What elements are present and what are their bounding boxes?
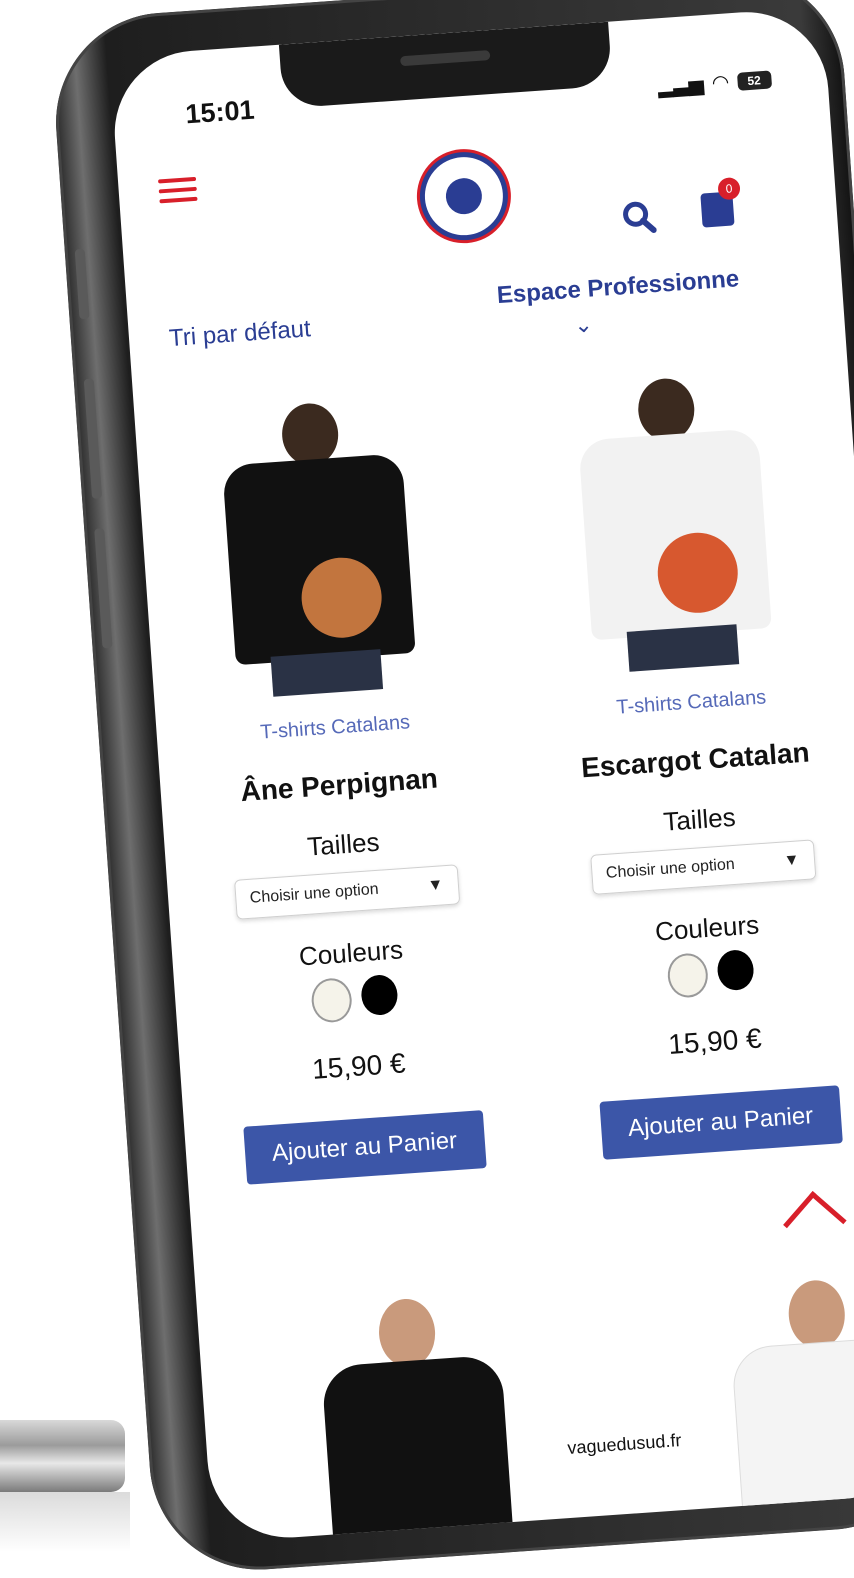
sizes-label: Tailles bbox=[662, 801, 737, 837]
volume-down-button bbox=[94, 528, 113, 649]
model-white-shirt bbox=[717, 1273, 854, 1530]
scroll-to-top-icon[interactable] bbox=[783, 1190, 847, 1255]
mute-switch bbox=[74, 248, 90, 320]
product-price: 15,90 € bbox=[667, 1022, 763, 1060]
product-name[interactable]: Escargot Catalan bbox=[580, 736, 810, 784]
status-icons: ▂▃▅ ◠ 52 bbox=[657, 66, 772, 99]
product-category[interactable]: T-shirts Catalans bbox=[616, 686, 767, 719]
signal-icon: ▂▃▅ bbox=[657, 73, 705, 99]
device-puck bbox=[0, 1420, 125, 1492]
color-swatch-white[interactable] bbox=[309, 977, 353, 1024]
volume-up-button bbox=[83, 378, 103, 499]
battery-icon: 52 bbox=[736, 69, 772, 91]
product-name[interactable]: Âne Perpignan bbox=[240, 762, 439, 808]
speaker-grille bbox=[399, 50, 491, 67]
color-swatches bbox=[309, 973, 399, 1024]
status-time: 15:01 bbox=[184, 94, 256, 130]
add-to-cart-button[interactable]: Ajouter au Panier bbox=[242, 1110, 487, 1185]
product-card: T-shirts Catalans Escargot Catalan Taill… bbox=[488, 336, 854, 1164]
size-select[interactable]: Choisir une option ▼ bbox=[233, 864, 460, 920]
search-icon[interactable] bbox=[621, 199, 657, 235]
phone-screen: 15:01 ▂▃▅ ◠ 52 0 Tri par défaut Espace P… bbox=[109, 6, 854, 1543]
add-to-cart-button[interactable]: Ajouter au Panier bbox=[598, 1085, 843, 1160]
product-price: 15,90 € bbox=[311, 1047, 407, 1085]
color-swatches bbox=[665, 948, 755, 999]
product-card: T-shirts Catalans Âne Perpignan Tailles … bbox=[132, 361, 544, 1189]
colors-label: Couleurs bbox=[654, 909, 760, 947]
size-select-value: Choisir une option bbox=[249, 880, 380, 907]
brand-logo[interactable] bbox=[416, 149, 511, 244]
size-select[interactable]: Choisir une option ▼ bbox=[589, 839, 816, 895]
hamburger-icon[interactable] bbox=[157, 171, 198, 210]
sort-dropdown[interactable]: Tri par défaut bbox=[168, 315, 311, 353]
color-swatch-black[interactable] bbox=[715, 948, 755, 992]
notch bbox=[278, 21, 613, 109]
phone-mockup: 15:01 ▂▃▅ ◠ 52 0 Tri par défaut Espace P… bbox=[30, 0, 854, 1577]
caret-down-icon: ▼ bbox=[783, 851, 801, 870]
caret-down-icon: ▼ bbox=[426, 876, 444, 895]
product-category[interactable]: T-shirts Catalans bbox=[260, 711, 411, 744]
chevron-down-icon[interactable]: ⌄ bbox=[573, 312, 593, 339]
pro-space-link[interactable]: Espace Professionne bbox=[496, 265, 740, 310]
wifi-icon: ◠ bbox=[711, 71, 730, 95]
cart-count-badge: 0 bbox=[717, 176, 741, 201]
colors-label: Couleurs bbox=[297, 934, 404, 972]
shopping-bag-icon[interactable]: 0 bbox=[700, 176, 741, 228]
banner-image bbox=[197, 1264, 854, 1543]
model-black-shirt bbox=[307, 1292, 523, 1543]
color-swatch-black[interactable] bbox=[359, 973, 399, 1017]
product-image[interactable] bbox=[198, 395, 448, 710]
size-select-value: Choisir une option bbox=[605, 855, 736, 882]
product-grid: T-shirts Catalans Âne Perpignan Tailles … bbox=[132, 336, 854, 1189]
phone-frame: 15:01 ▂▃▅ ◠ 52 0 Tri par défaut Espace P… bbox=[48, 0, 854, 1577]
puck-reflection bbox=[0, 1492, 130, 1552]
color-swatch-white[interactable] bbox=[665, 952, 709, 999]
product-image[interactable] bbox=[554, 370, 804, 685]
sizes-label: Tailles bbox=[306, 826, 381, 862]
